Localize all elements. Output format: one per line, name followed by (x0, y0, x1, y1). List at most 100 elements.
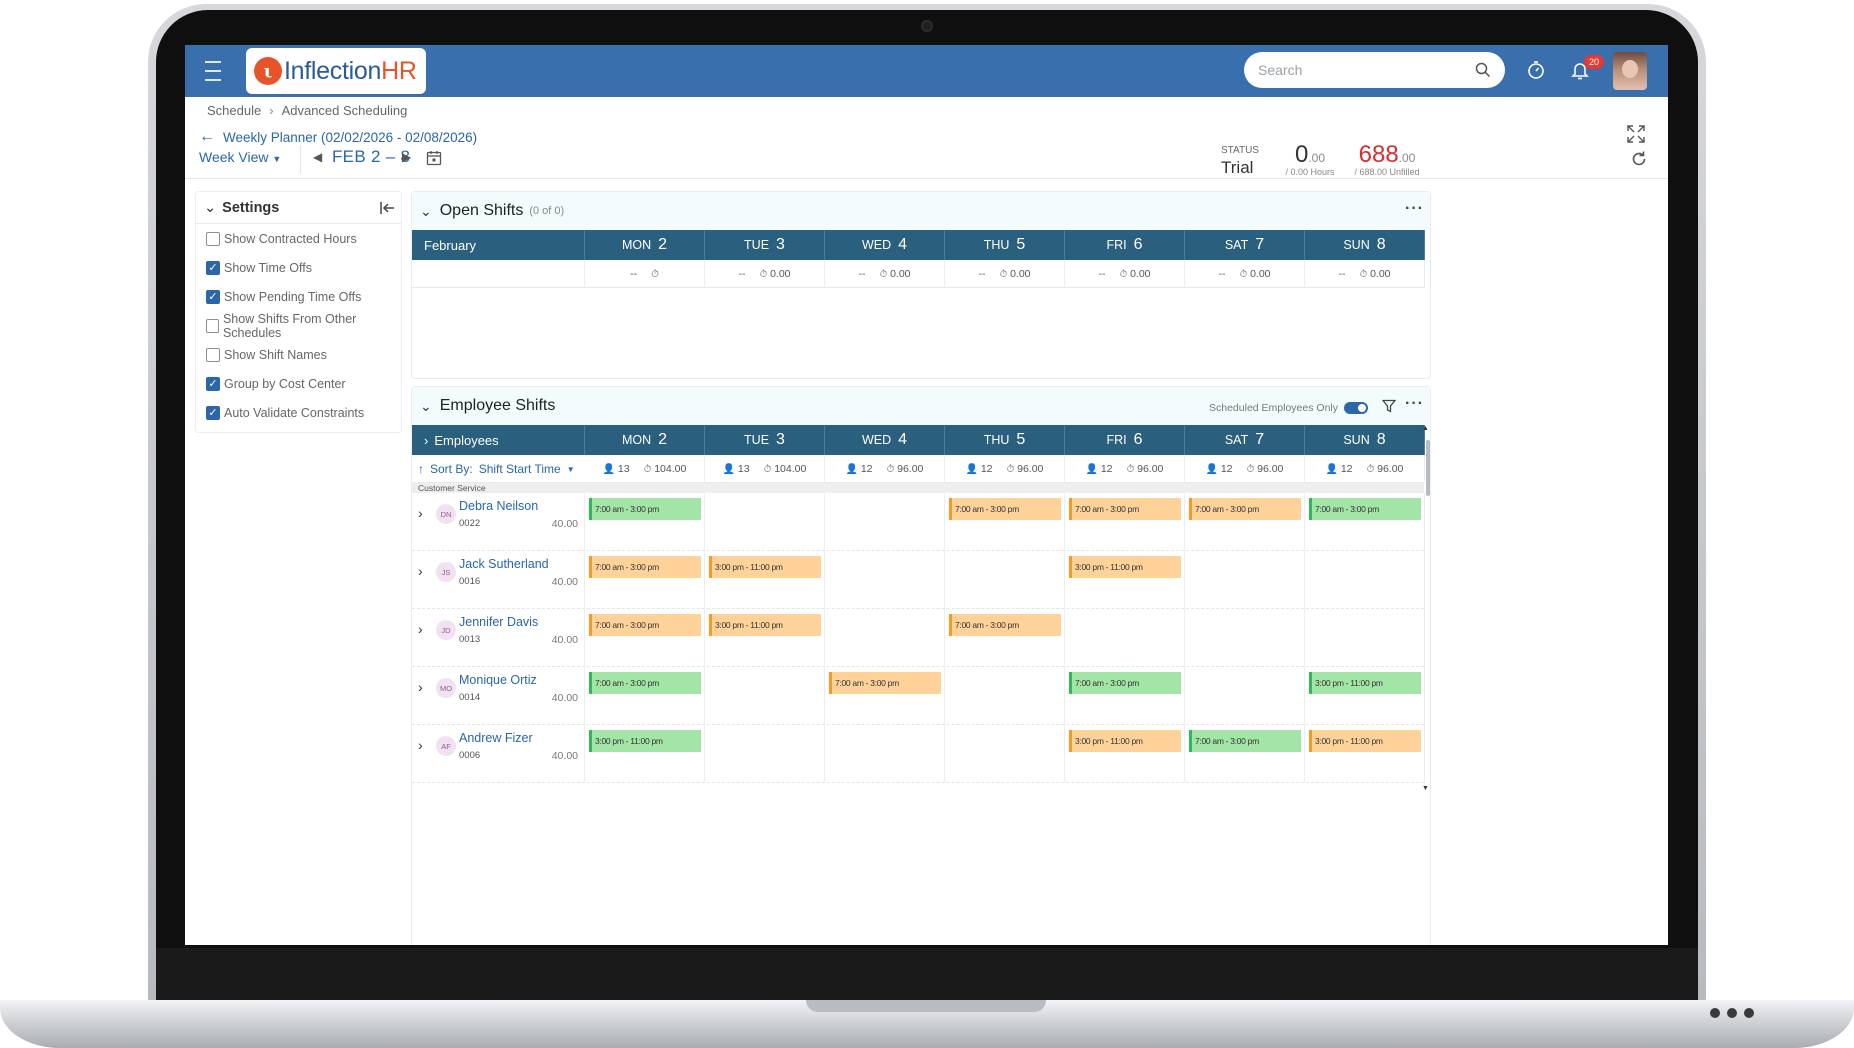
shift-block[interactable]: 3:00 pm - 11:00 pm (1069, 730, 1181, 752)
shift-cell[interactable]: 3:00 pm - 11:00 pm (1065, 725, 1185, 783)
prev-week-icon[interactable]: ◀ (313, 150, 322, 164)
checkbox-checked[interactable]: ✓ (206, 289, 220, 304)
employee-name[interactable]: Andrew Fizer (459, 731, 533, 745)
shift-block[interactable]: 3:00 pm - 11:00 pm (1069, 556, 1181, 578)
scroll-down-icon[interactable]: ▼ (1422, 785, 1429, 792)
shift-cell[interactable] (945, 667, 1065, 725)
setting-option[interactable]: ✓ Auto Validate Constraints (196, 398, 401, 427)
shift-cell[interactable]: 3:00 pm - 11:00 pm (1305, 725, 1425, 783)
checkbox[interactable] (206, 318, 219, 333)
shift-block[interactable]: 7:00 am - 3:00 pm (1069, 498, 1181, 520)
shift-cell[interactable]: 3:00 pm - 11:00 pm (705, 551, 825, 609)
shift-block[interactable]: 7:00 am - 3:00 pm (1069, 672, 1181, 694)
shift-cell[interactable] (825, 609, 945, 667)
shift-cell[interactable] (705, 725, 825, 783)
shift-block[interactable]: 7:00 am - 3:00 pm (589, 672, 701, 694)
search-icon[interactable] (1475, 62, 1491, 78)
chevron-right-icon[interactable]: › (418, 737, 423, 753)
shift-block[interactable]: 3:00 pm - 11:00 pm (709, 614, 821, 636)
employee-name[interactable]: Jennifer Davis (459, 615, 538, 629)
shift-cell[interactable]: 7:00 am - 3:00 pm (1065, 493, 1185, 551)
shift-cell[interactable] (1065, 609, 1185, 667)
shift-cell[interactable] (1185, 609, 1305, 667)
shift-cell[interactable] (945, 725, 1065, 783)
employee-name[interactable]: Monique Ortiz (459, 673, 537, 687)
open-shifts-header[interactable]: ⌄ Open Shifts (0 of 0) (412, 192, 1430, 230)
shift-cell[interactable]: 7:00 am - 3:00 pm (585, 493, 705, 551)
shift-cell[interactable] (1305, 551, 1425, 609)
brand-logo[interactable]: ι InflectionHR (246, 48, 426, 94)
user-avatar[interactable] (1613, 52, 1647, 90)
checkbox-checked[interactable]: ✓ (206, 260, 220, 275)
shift-cell[interactable] (825, 551, 945, 609)
shift-block[interactable]: 7:00 am - 3:00 pm (589, 556, 701, 578)
shift-cell[interactable] (825, 725, 945, 783)
chevron-right-icon[interactable]: › (418, 621, 423, 637)
shift-cell[interactable] (705, 667, 825, 725)
more-options-icon[interactable]: ··· (1405, 396, 1424, 412)
shift-cell[interactable]: 3:00 pm - 11:00 pm (705, 609, 825, 667)
checkbox[interactable] (206, 347, 220, 362)
week-view-dropdown[interactable]: Week View ▼ (199, 149, 281, 165)
scroll-up-icon[interactable]: ▲ (1422, 425, 1429, 432)
shift-cell[interactable] (1185, 667, 1305, 725)
shift-block[interactable]: 7:00 am - 3:00 pm (1309, 498, 1421, 520)
sort-control[interactable]: ↑ Sort By: Shift Start Time ▼ (418, 462, 575, 476)
calendar-icon[interactable] (426, 150, 442, 166)
shift-cell[interactable]: 7:00 am - 3:00 pm (585, 609, 705, 667)
shift-cell[interactable]: 7:00 am - 3:00 pm (585, 551, 705, 609)
shift-block[interactable]: 3:00 pm - 11:00 pm (709, 556, 821, 578)
setting-option[interactable]: ✓ Show Pending Time Offs (196, 282, 401, 311)
filter-icon[interactable] (1382, 399, 1396, 413)
setting-option[interactable]: ✓ Group by Cost Center (196, 369, 401, 398)
employee-name[interactable]: Debra Neilson (459, 499, 538, 513)
menu-icon[interactable] (205, 61, 221, 81)
breadcrumb-advanced-scheduling[interactable]: Advanced Scheduling (282, 103, 408, 118)
shift-cell[interactable]: 7:00 am - 3:00 pm (825, 667, 945, 725)
refresh-icon[interactable] (1630, 150, 1648, 168)
shift-block[interactable]: 7:00 am - 3:00 pm (1189, 498, 1301, 520)
shift-block[interactable]: 7:00 am - 3:00 pm (1189, 730, 1301, 752)
shift-block[interactable]: 7:00 am - 3:00 pm (829, 672, 941, 694)
shift-block[interactable]: 3:00 pm - 11:00 pm (1309, 672, 1421, 694)
shift-block[interactable]: 7:00 am - 3:00 pm (589, 614, 701, 636)
shift-cell[interactable]: 7:00 am - 3:00 pm (1065, 667, 1185, 725)
employee-name[interactable]: Jack Sutherland (459, 557, 549, 571)
timer-icon[interactable] (1525, 59, 1547, 81)
shift-block[interactable]: 7:00 am - 3:00 pm (589, 498, 701, 520)
shift-block[interactable]: 7:00 am - 3:00 pm (949, 614, 1061, 636)
search-input[interactable] (1258, 62, 1475, 78)
shift-cell[interactable]: 7:00 am - 3:00 pm (945, 609, 1065, 667)
shift-cell[interactable]: 7:00 am - 3:00 pm (585, 667, 705, 725)
collapse-panel-icon[interactable] (379, 201, 395, 215)
setting-option[interactable]: Show Contracted Hours (196, 224, 401, 253)
scheduled-only-toggle[interactable] (1344, 402, 1368, 414)
shift-block[interactable]: 3:00 pm - 11:00 pm (1309, 730, 1421, 752)
shift-block[interactable]: 3:00 pm - 11:00 pm (589, 730, 701, 752)
checkbox[interactable] (206, 231, 220, 246)
settings-header[interactable]: ⌄ Settings (196, 192, 401, 224)
shift-cell[interactable] (1185, 551, 1305, 609)
breadcrumb-schedule[interactable]: Schedule (207, 103, 261, 118)
more-options-icon[interactable]: ··· (1405, 201, 1424, 217)
shift-cell[interactable]: 3:00 pm - 11:00 pm (585, 725, 705, 783)
shift-cell[interactable] (825, 493, 945, 551)
scrollbar-thumb[interactable] (1426, 440, 1430, 496)
shift-cell[interactable] (705, 493, 825, 551)
setting-option[interactable]: Show Shift Names (196, 340, 401, 369)
shift-cell[interactable] (945, 551, 1065, 609)
shift-cell[interactable]: 7:00 am - 3:00 pm (1305, 493, 1425, 551)
next-week-icon[interactable]: ▶ (402, 150, 411, 164)
checkbox-checked[interactable]: ✓ (206, 376, 220, 391)
setting-option[interactable]: ✓ Show Time Offs (196, 253, 401, 282)
setting-option[interactable]: Show Shifts From Other Schedules (196, 311, 401, 340)
shift-cell[interactable]: 3:00 pm - 11:00 pm (1065, 551, 1185, 609)
shift-cell[interactable]: 7:00 am - 3:00 pm (945, 493, 1065, 551)
chevron-right-icon[interactable]: › (418, 563, 423, 579)
chevron-right-icon[interactable]: › (418, 505, 423, 521)
shift-cell[interactable]: 3:00 pm - 11:00 pm (1305, 667, 1425, 725)
shift-cell[interactable]: 7:00 am - 3:00 pm (1185, 725, 1305, 783)
shift-block[interactable]: 7:00 am - 3:00 pm (949, 498, 1061, 520)
chevron-right-icon[interactable]: › (418, 679, 423, 695)
shift-cell[interactable]: 7:00 am - 3:00 pm (1185, 493, 1305, 551)
